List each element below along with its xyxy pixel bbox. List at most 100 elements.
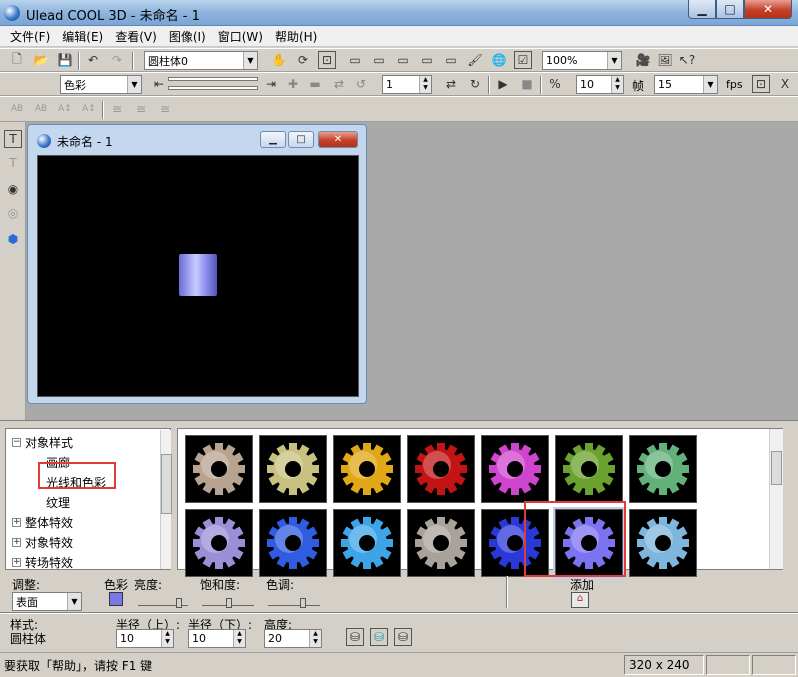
first-frame-icon[interactable]: ⇤ <box>150 75 168 93</box>
tree-expand-icon[interactable]: + <box>12 558 21 567</box>
add-to-gallery-icon[interactable]: ⌂ <box>571 592 589 608</box>
brightness-slider[interactable] <box>138 594 188 608</box>
rotate-icon[interactable]: ⟳ <box>294 51 312 69</box>
tree-expand-icon[interactable]: + <box>12 518 21 527</box>
render-icon[interactable]: 🎥 <box>634 51 652 69</box>
edit-shape-icon[interactable]: ◎ <box>4 204 22 222</box>
maximize-button[interactable]: □ <box>716 0 744 19</box>
text-lower-icon[interactable]: A↕ <box>80 100 98 118</box>
text-raise-icon[interactable]: A↕ <box>56 100 74 118</box>
radius-top-input[interactable]: 10 ▲ ▼ <box>116 629 174 648</box>
hue-slider[interactable] <box>268 594 320 608</box>
document-minimize-button[interactable]: ▁ <box>260 131 286 148</box>
saturation-slider-knob[interactable] <box>226 598 232 608</box>
tree-item-object-style[interactable]: − 对象样式 <box>12 434 73 451</box>
gallery-thumb[interactable] <box>629 509 697 577</box>
saturation-slider[interactable] <box>202 594 254 608</box>
fps-select[interactable]: 15 ▼ <box>654 75 718 94</box>
stop-icon[interactable]: ■ <box>518 75 536 93</box>
text-compress-icon[interactable]: AB <box>32 100 50 118</box>
undo-icon[interactable]: ↶ <box>84 51 102 69</box>
gallery-thumb[interactable] <box>407 509 475 577</box>
brightness-slider-knob[interactable] <box>176 598 182 608</box>
tree-scrollbar[interactable] <box>160 430 172 569</box>
hue-slider-knob[interactable] <box>300 598 306 608</box>
gallery-scroll-thumb[interactable] <box>771 451 782 485</box>
attribute-select[interactable]: 色彩 ▼ <box>60 75 142 94</box>
hand-move-icon[interactable]: ✋ <box>270 51 288 69</box>
close-button[interactable]: ✕ <box>744 0 792 19</box>
remove-keyframe-icon[interactable]: ▬ <box>306 75 324 93</box>
globe-icon[interactable]: 🌐 <box>490 51 508 69</box>
height-input[interactable]: 20 ▲ ▼ <box>264 629 322 648</box>
add-keyframe-icon[interactable]: ✚ <box>284 75 302 93</box>
text-spacing-icon[interactable]: AB <box>8 100 26 118</box>
graph-icon[interactable]: ☑ <box>514 51 532 69</box>
ping-pong-icon[interactable]: ⇄ <box>442 75 460 93</box>
gallery-thumb[interactable] <box>185 435 253 503</box>
edit-text-icon[interactable]: T <box>4 154 22 172</box>
total-frames-input[interactable]: 10 ▲ ▼ <box>576 75 624 94</box>
open-folder-icon[interactable]: 📂 <box>32 51 50 69</box>
document-maximize-button[interactable]: □ <box>288 131 314 148</box>
tree-item-global-effects[interactable]: + 整体特效 <box>12 514 73 531</box>
tree-scroll-thumb[interactable] <box>161 454 172 514</box>
percent-icon[interactable]: % <box>546 75 564 93</box>
gallery-thumb[interactable] <box>629 435 697 503</box>
redo-icon[interactable]: ↷ <box>108 51 126 69</box>
insert-text-icon[interactable]: T <box>4 130 22 148</box>
last-frame-icon[interactable]: ⇥ <box>262 75 280 93</box>
cylinder-object[interactable] <box>179 254 217 296</box>
render-canvas[interactable] <box>37 155 359 397</box>
box-tool-icon[interactable]: ▭ <box>370 51 388 69</box>
align-right-icon[interactable]: ≡ <box>156 100 174 118</box>
minimize-button[interactable]: ▁ <box>688 0 716 19</box>
tree-collapse-icon[interactable]: − <box>12 438 21 447</box>
insert-geometry-icon[interactable]: ⬢ <box>4 230 22 248</box>
gallery-thumb[interactable] <box>185 509 253 577</box>
timeline-slider[interactable] <box>168 77 258 81</box>
fit-view-icon[interactable]: ⊡ <box>318 51 336 69</box>
gallery-scrollbar[interactable] <box>769 429 783 569</box>
paint-icon[interactable]: 🖌 <box>466 51 484 69</box>
adjust-select[interactable]: 表面 ▼ <box>12 592 82 611</box>
new-file-icon[interactable]: 🗋 <box>8 51 26 69</box>
cylinder-style-1-icon[interactable]: ⛁ <box>346 628 364 646</box>
gallery-thumb[interactable] <box>259 435 327 503</box>
menu-file[interactable]: 文件(F) <box>4 28 56 45</box>
extrude-tool-icon[interactable]: ▭ <box>442 51 460 69</box>
menu-help[interactable]: 帮助(H) <box>269 28 323 45</box>
gallery-thumb[interactable] <box>555 435 623 503</box>
menu-image[interactable]: 图像(I) <box>163 28 212 45</box>
gallery-thumb[interactable] <box>333 509 401 577</box>
play-icon[interactable]: ▶ <box>494 75 512 93</box>
timeline-slider-2[interactable] <box>168 86 258 90</box>
frame-input[interactable]: 1 ▲ ▼ <box>382 75 432 94</box>
cylinder-style-3-icon[interactable]: ⛁ <box>394 628 412 646</box>
insert-shape-icon[interactable]: ◉ <box>4 180 22 198</box>
color-swatch[interactable] <box>109 592 123 606</box>
plate-tool-icon[interactable]: ▭ <box>418 51 436 69</box>
help-pointer-icon[interactable]: ↖? <box>678 51 696 69</box>
radius-bottom-input[interactable]: 10 ▲ ▼ <box>188 629 246 648</box>
menu-view[interactable]: 查看(V) <box>109 28 163 45</box>
bevel-tool-icon[interactable]: ▭ <box>394 51 412 69</box>
reverse-icon[interactable]: ⇄ <box>330 75 348 93</box>
gallery-thumb[interactable] <box>407 435 475 503</box>
zoom-select[interactable]: 100% ▼ <box>542 51 622 70</box>
object-select[interactable]: 圆柱体0 ▼ <box>144 51 258 70</box>
tree-item-object-effects[interactable]: + 对象特效 <box>12 534 73 551</box>
fit-view-icon[interactable]: ⊡ <box>752 75 770 93</box>
preview-icon[interactable]: 🖼 <box>656 51 674 69</box>
repeat-icon[interactable]: ↻ <box>466 75 484 93</box>
gallery-thumb[interactable] <box>333 435 401 503</box>
gallery-thumb[interactable] <box>481 435 549 503</box>
align-center-icon[interactable]: ≡ <box>132 100 150 118</box>
cylinder-tool-icon[interactable]: ▭ <box>346 51 364 69</box>
save-icon[interactable]: 💾 <box>56 51 74 69</box>
document-close-button[interactable]: ✕ <box>318 131 358 148</box>
tree-item-texture[interactable]: 纹理 <box>46 494 70 511</box>
cylinder-style-2-icon[interactable]: ⛁ <box>370 628 388 646</box>
menu-window[interactable]: 窗口(W) <box>212 28 269 45</box>
loop-icon[interactable]: ↺ <box>352 75 370 93</box>
